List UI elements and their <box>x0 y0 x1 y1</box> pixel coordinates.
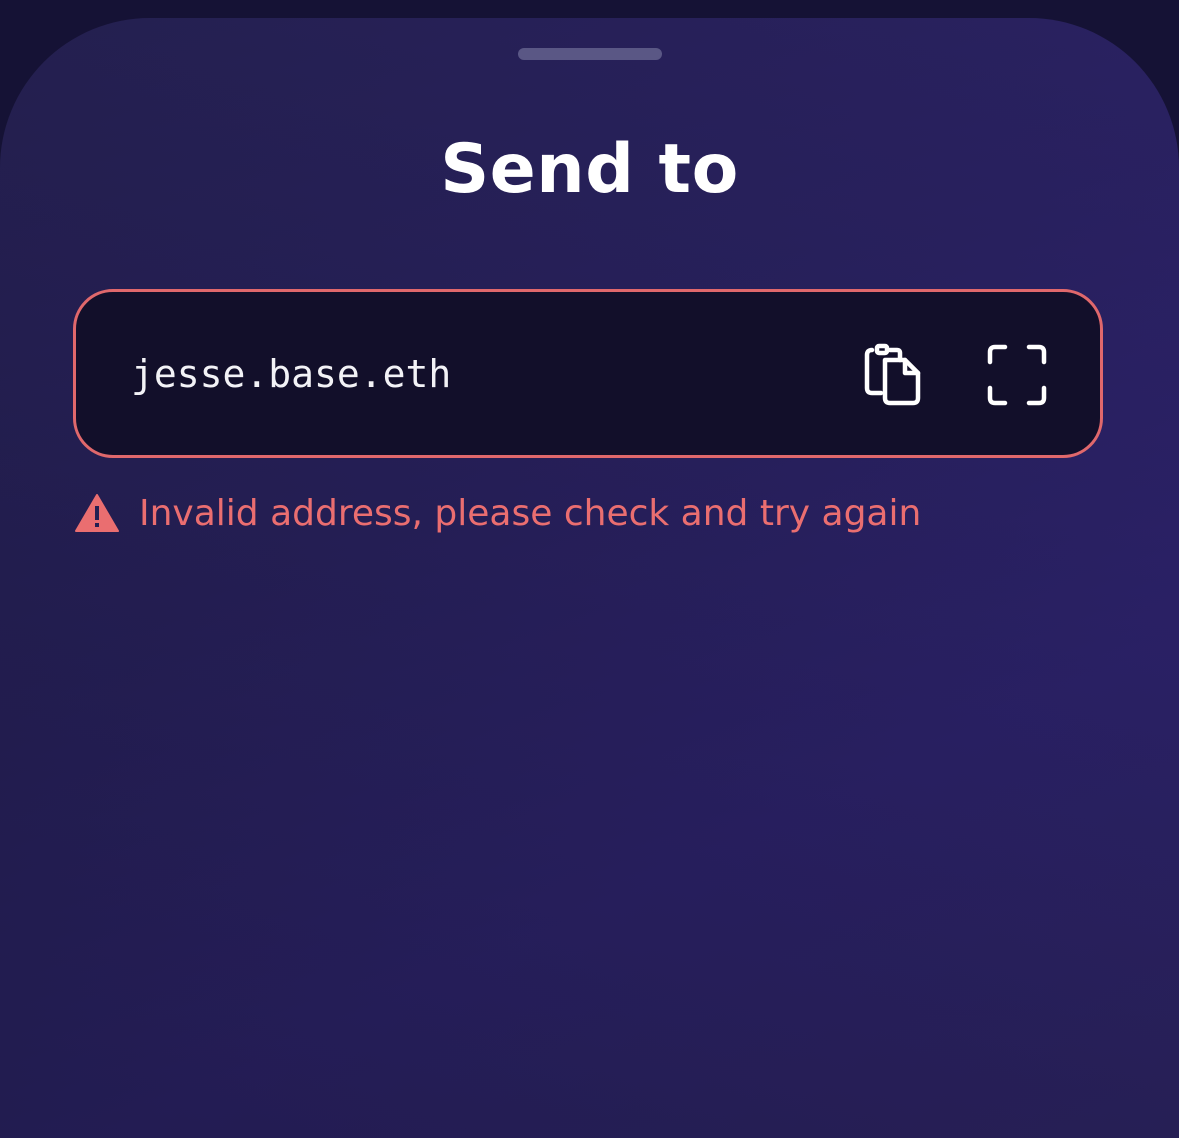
send-sheet: Send to Invalid address, please check an… <box>0 18 1179 1138</box>
recipient-address-input[interactable] <box>131 352 751 396</box>
error-text: Invalid address, please check and try ag… <box>139 492 922 534</box>
page-title: Send to <box>440 130 739 209</box>
sheet-drag-handle[interactable] <box>518 48 662 60</box>
error-message: Invalid address, please check and try ag… <box>75 490 921 536</box>
warning-triangle-icon <box>75 494 119 532</box>
recipient-address-field[interactable] <box>73 289 1103 458</box>
scan-qr-icon[interactable] <box>984 342 1050 408</box>
clipboard-icon[interactable] <box>863 342 929 408</box>
